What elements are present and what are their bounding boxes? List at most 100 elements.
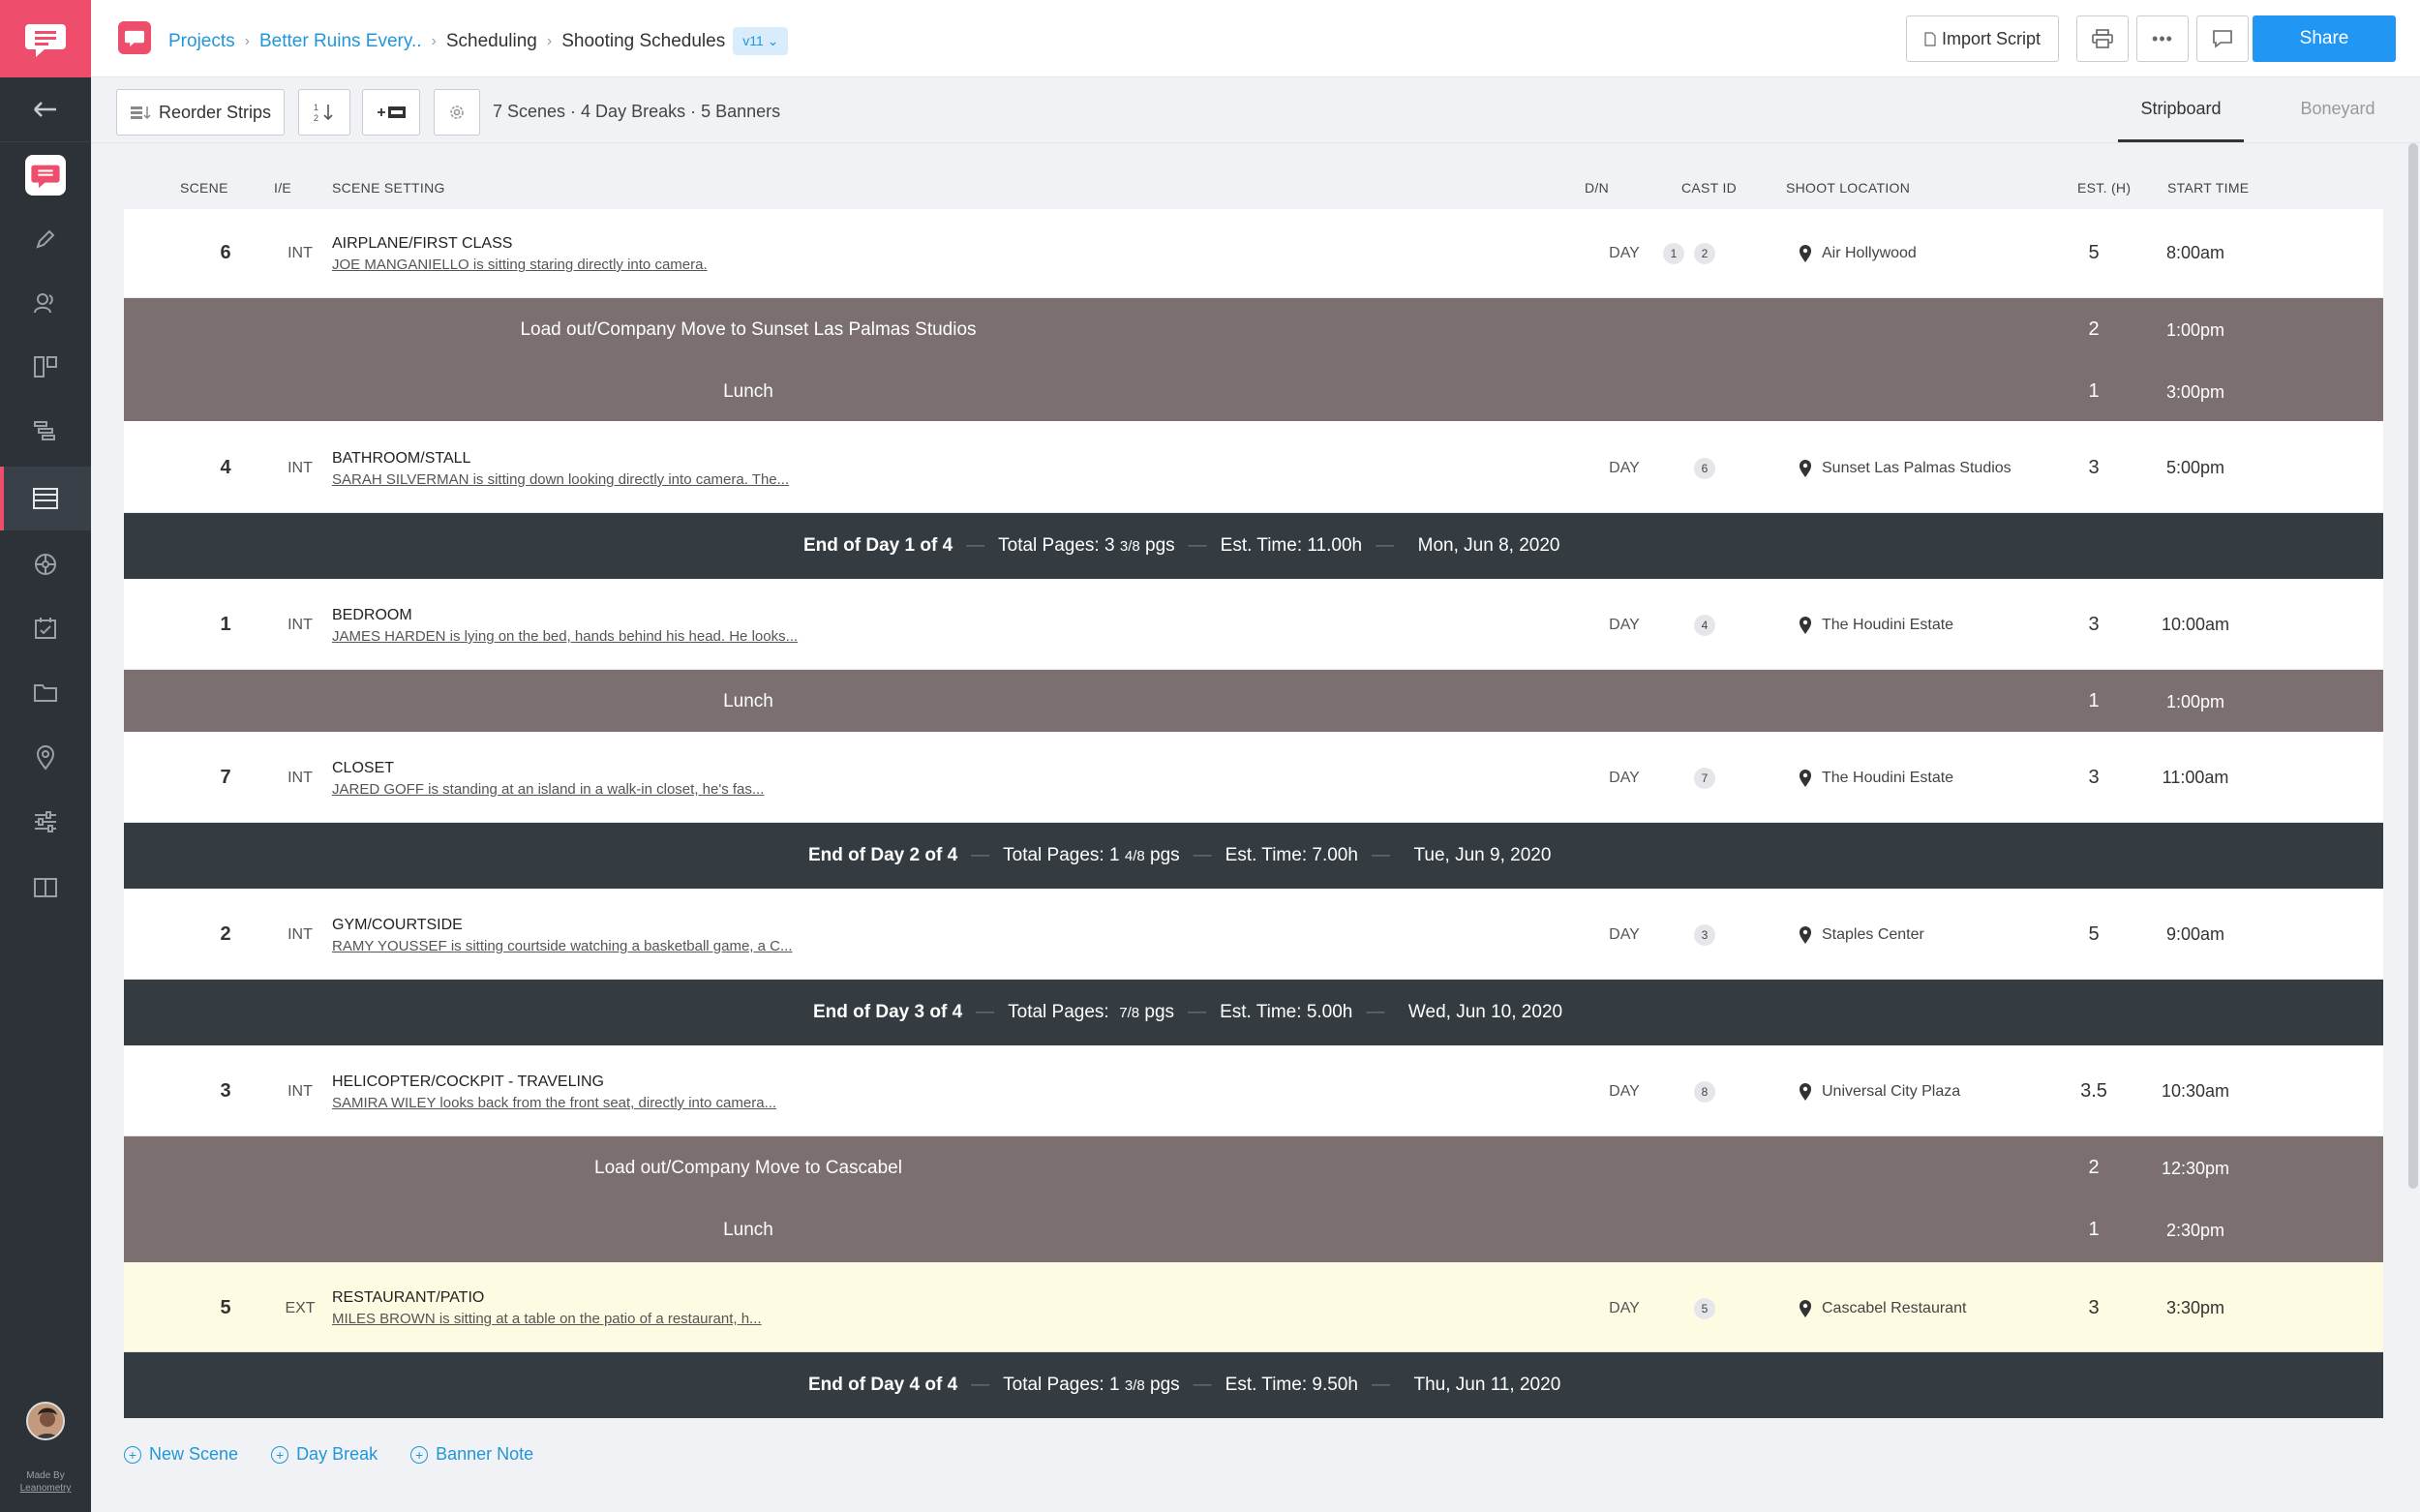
cast-badge[interactable]: 4 — [1694, 615, 1715, 636]
shoot-location[interactable]: Air Hollywood — [1799, 244, 1917, 263]
shoot-location[interactable]: Sunset Las Palmas Studios — [1799, 459, 2012, 478]
sort-button[interactable]: 12 — [298, 89, 350, 136]
cast-badge[interactable]: 5 — [1694, 1298, 1715, 1319]
strip-settings-button[interactable] — [434, 89, 480, 136]
new-scene-button[interactable]: + New Scene — [124, 1444, 238, 1465]
calendar-icon[interactable] — [0, 596, 91, 660]
book-icon[interactable] — [0, 856, 91, 920]
tab-stripboard[interactable]: Stripboard — [2118, 99, 2244, 119]
scene-description[interactable]: SAMIRA WILEY looks back from the front s… — [332, 1095, 776, 1111]
banner-text[interactable]: Load out/Company Move to Cascabel — [124, 1158, 1373, 1179]
scene-description[interactable]: JAMES HARDEN is lying on the bed, hands … — [332, 628, 798, 645]
project-icon[interactable] — [0, 143, 91, 207]
version-dropdown[interactable]: v11 ⌄ — [733, 27, 789, 55]
vertical-scrollbar[interactable] — [2408, 143, 2418, 1189]
svg-text:2: 2 — [314, 113, 318, 123]
breadcrumb-project[interactable]: Better Ruins Every.. — [259, 31, 422, 52]
storyboard-icon[interactable] — [0, 335, 91, 399]
breadcrumb-shooting-schedules[interactable]: Shooting Schedules — [561, 31, 725, 52]
scene-description[interactable]: RAMY YOUSSEF is sitting courtside watchi… — [332, 938, 793, 954]
reorder-strips-button[interactable]: Reorder Strips — [116, 89, 285, 136]
day-break-strip[interactable]: End of Day 2 of 4 — Total Pages: 1 4/8 p… — [124, 823, 2383, 889]
banner-text[interactable]: Lunch — [124, 381, 1373, 403]
print-button[interactable] — [2076, 15, 2129, 62]
est-time-value: 7.00h — [1312, 845, 1358, 865]
location-name: The Houdini Estate — [1822, 617, 1954, 633]
svg-text:1: 1 — [314, 103, 318, 112]
col-start-time[interactable]: START TIME — [2167, 180, 2249, 196]
day-break-strip[interactable]: End of Day 1 of 4 — Total Pages: 3 3/8 p… — [124, 513, 2383, 579]
col-ie[interactable]: I/E — [274, 180, 291, 196]
back-arrow-icon[interactable] — [0, 77, 91, 141]
col-est-hours[interactable]: EST. (H) — [2077, 180, 2131, 196]
est-hours: 3 — [2088, 457, 2100, 478]
scene-strip[interactable]: 1 INT BEDROOM JAMES HARDEN is lying on t… — [124, 579, 2383, 670]
col-scene[interactable]: SCENE — [180, 180, 228, 196]
scene-strip[interactable]: 7 INT CLOSET JARED GOFF is standing at a… — [124, 732, 2383, 823]
tab-boneyard[interactable]: Boneyard — [2275, 99, 2401, 119]
cast-badge[interactable]: 6 — [1694, 458, 1715, 479]
location-name: Cascabel Restaurant — [1822, 1300, 1967, 1316]
chevron-right-icon: › — [546, 32, 553, 49]
breadcrumb-projects[interactable]: Projects — [168, 31, 235, 52]
scene-strip[interactable]: 6 INT AIRPLANE/FIRST CLASS JOE MANGANIEL… — [124, 209, 2383, 298]
cast-badge[interactable]: 2 — [1694, 243, 1715, 264]
chevron-right-icon: › — [244, 32, 250, 49]
import-script-button[interactable]: Import Script — [1906, 15, 2059, 62]
add-strip-button[interactable] — [362, 89, 420, 136]
breadcrumb-scheduling[interactable]: Scheduling — [446, 31, 537, 52]
shoot-location[interactable]: Staples Center — [1799, 925, 1924, 945]
shoot-location[interactable]: Universal City Plaza — [1799, 1082, 1960, 1102]
settings-sliders-icon[interactable] — [0, 790, 91, 854]
banner-note-button[interactable]: + Banner Note — [410, 1444, 533, 1465]
budget-icon[interactable] — [0, 532, 91, 596]
scene-strip[interactable]: 4 INT BATHROOM/STALL SARAH SILVERMAN is … — [124, 421, 2383, 513]
scene-number: 3 — [220, 1080, 231, 1102]
made-by-credit: Made By Leanometry — [0, 1469, 91, 1495]
day-break-strip[interactable]: End of Day 3 of 4 — Total Pages: 7/8 pgs… — [124, 980, 2383, 1045]
day-date: Tue, Jun 9, 2020 — [1413, 845, 1552, 865]
shoot-location[interactable]: Cascabel Restaurant — [1799, 1299, 1966, 1318]
col-scene-setting[interactable]: SCENE SETTING — [332, 180, 445, 196]
scene-day-night: DAY — [1609, 460, 1640, 476]
scene-number: 4 — [220, 457, 231, 478]
cast-badge[interactable]: 7 — [1694, 768, 1715, 789]
day-break-strip[interactable]: End of Day 4 of 4 — Total Pages: 1 3/8 p… — [124, 1352, 2383, 1418]
comments-button[interactable] — [2196, 15, 2249, 62]
pencil-icon[interactable] — [0, 207, 91, 271]
scene-description[interactable]: JOE MANGANIELLO is sitting staring direc… — [332, 257, 708, 273]
more-options-button[interactable]: ••• — [2136, 15, 2189, 62]
scene-strip[interactable]: 3 INT HELICOPTER/COCKPIT - TRAVELING SAM… — [124, 1045, 2383, 1136]
shoot-location[interactable]: The Houdini Estate — [1799, 616, 1953, 635]
total-pages-fraction: 3/8 — [1124, 1376, 1145, 1394]
app-logo[interactable] — [0, 0, 91, 77]
stripboard-icon[interactable] — [0, 467, 91, 530]
scene-description[interactable]: MILES BROWN is sitting at a table on the… — [332, 1311, 762, 1327]
col-dn[interactable]: D/N — [1585, 180, 1609, 196]
banner-text[interactable]: Lunch — [124, 1220, 1373, 1241]
scene-description[interactable]: JARED GOFF is standing at an island in a… — [332, 781, 764, 798]
shoot-location[interactable]: The Houdini Estate — [1799, 769, 1953, 788]
share-button[interactable]: Share — [2253, 15, 2396, 62]
col-shoot-location[interactable]: SHOOT LOCATION — [1786, 180, 1910, 196]
day-break-title: End of Day 4 of 4 — [808, 1375, 958, 1395]
project-badge-icon[interactable] — [118, 21, 151, 54]
folder-icon[interactable] — [0, 660, 91, 724]
banner-text[interactable]: Load out/Company Move to Sunset Las Palm… — [124, 319, 1373, 341]
banner-text[interactable]: Lunch — [124, 691, 1373, 712]
est-time-label: Est. Time: — [1220, 1002, 1302, 1022]
user-avatar[interactable] — [26, 1402, 65, 1440]
cast-badge[interactable]: 1 — [1663, 243, 1684, 264]
scene-description[interactable]: SARAH SILVERMAN is sitting down looking … — [332, 471, 789, 488]
est-hours: 5 — [2088, 242, 2100, 263]
characters-icon[interactable] — [0, 271, 91, 335]
scheduling-icon[interactable] — [0, 399, 91, 463]
cast-badge[interactable]: 3 — [1694, 924, 1715, 946]
location-pin-icon[interactable] — [0, 726, 91, 790]
day-break-button[interactable]: + Day Break — [271, 1444, 378, 1465]
scene-strip[interactable]: 5 EXT RESTAURANT/PATIO MILES BROWN is si… — [124, 1262, 2383, 1352]
scene-strip[interactable]: 2 INT GYM/COURTSIDE RAMY YOUSSEF is sitt… — [124, 889, 2383, 980]
cast-badge[interactable]: 8 — [1694, 1081, 1715, 1103]
est-hours: 1 — [2088, 1219, 2100, 1240]
col-cast-id[interactable]: CAST ID — [1681, 180, 1737, 196]
